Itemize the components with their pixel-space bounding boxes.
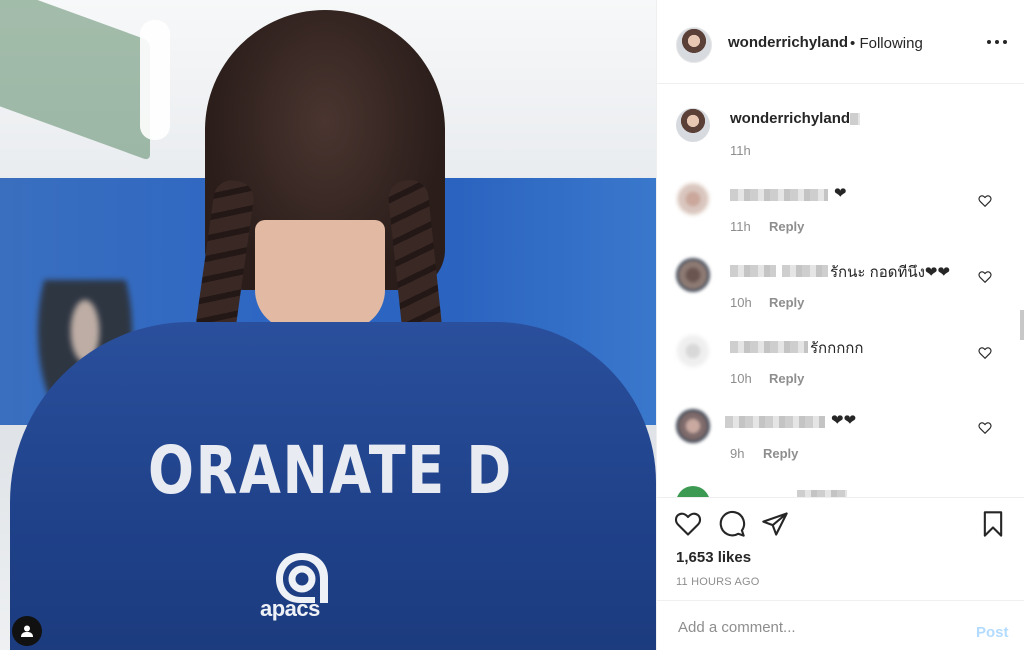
comment-username-redacted — [725, 416, 825, 428]
comment-text: ❤ — [834, 185, 847, 202]
like-comment-icon[interactable] — [978, 346, 992, 360]
more-icon — [987, 40, 991, 44]
comment-time: 9h — [730, 446, 745, 461]
photo-neck — [255, 220, 385, 330]
comment-avatar[interactable] — [676, 486, 710, 497]
caption-time: 11h — [730, 143, 751, 158]
like-comment-icon[interactable] — [978, 270, 992, 284]
like-comment-icon[interactable] — [978, 421, 992, 435]
comment-avatar[interactable] — [676, 182, 710, 216]
reply-button[interactable]: Reply — [769, 295, 804, 310]
comment-text: รักนะ กอดทีนึง❤❤ — [830, 264, 951, 281]
caption-avatar[interactable] — [676, 108, 710, 142]
reply-button[interactable]: Reply — [769, 371, 804, 386]
comment-text: ❤❤ — [831, 412, 857, 429]
more-options-button[interactable] — [987, 32, 1009, 50]
comment-avatar[interactable] — [676, 409, 710, 443]
share-icon[interactable] — [761, 510, 789, 538]
caption-author[interactable]: wonderrichyland — [730, 110, 850, 127]
comment-text: รักกกกก — [810, 340, 864, 357]
photo-ceiling-light — [140, 20, 170, 140]
likes-count[interactable]: 1,653 likes — [676, 549, 751, 566]
jersey-name-text: ORANATE D — [148, 432, 513, 509]
post-photo: ORANATE D apacs — [0, 0, 656, 650]
comment-username-redacted — [730, 265, 776, 277]
caption-text-redacted — [850, 113, 860, 125]
bookmark-icon[interactable] — [979, 510, 1007, 538]
add-comment-bar: Post — [657, 600, 1024, 651]
post-comment-button[interactable]: Post — [976, 624, 1009, 641]
separator-dot: • — [850, 35, 856, 52]
comment-avatar[interactable] — [676, 334, 710, 368]
follow-status[interactable]: • Following — [850, 35, 923, 52]
comment-time: 10h — [730, 295, 752, 310]
author-avatar[interactable] — [676, 27, 712, 63]
post-header: wonderrichyland • Following — [657, 4, 1024, 84]
comments-list[interactable]: wonderrichyland 11h ❤ 11h Reply รักนะ กอ… — [657, 84, 1024, 497]
comment-username-redacted — [730, 341, 808, 353]
comment-avatar[interactable] — [676, 258, 710, 292]
heart-icon[interactable] — [674, 510, 702, 538]
user-tag-button[interactable] — [12, 616, 42, 646]
comment-time: 10h — [730, 371, 752, 386]
comment-input[interactable] — [676, 614, 960, 640]
brand-text: apacs — [260, 596, 320, 621]
reply-button[interactable]: Reply — [763, 446, 798, 461]
post-side-panel: wonderrichyland • Following wonderrichyl… — [656, 0, 1024, 650]
scrollbar[interactable] — [1020, 310, 1024, 340]
like-comment-icon[interactable] — [978, 194, 992, 208]
author-username[interactable]: wonderrichyland — [728, 34, 848, 51]
comment-icon[interactable] — [718, 510, 746, 538]
following-label[interactable]: Following — [859, 35, 922, 52]
user-tag-icon — [21, 625, 33, 637]
comment-username-redacted — [797, 490, 847, 497]
post-actions-bar: 1,653 likes 11 HOURS AGO — [657, 497, 1024, 601]
comment-username-redacted — [782, 265, 828, 277]
reply-button[interactable]: Reply — [769, 219, 804, 234]
comment-username-redacted — [730, 189, 828, 201]
post-timestamp: 11 HOURS AGO — [676, 576, 760, 588]
comment-time: 11h — [730, 219, 751, 234]
